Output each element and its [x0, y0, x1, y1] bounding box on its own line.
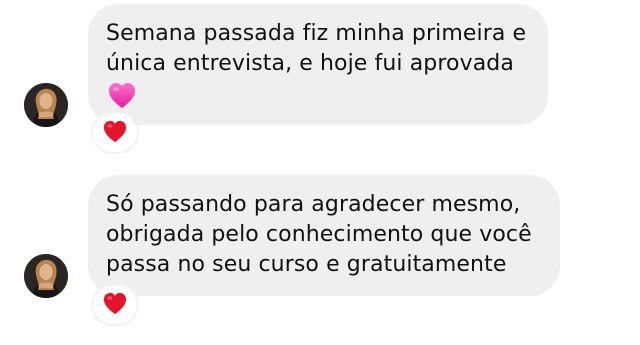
avatar[interactable]: [24, 254, 68, 298]
reaction-badge[interactable]: [93, 286, 137, 324]
message-text: Só passando para agradecer mesmo, obriga…: [106, 192, 532, 277]
reaction-badge[interactable]: [93, 114, 137, 152]
message-bubble[interactable]: Semana passada fiz minha primeira e únic…: [88, 4, 548, 125]
message-text: Semana passada fiz minha primeira e únic…: [106, 21, 527, 76]
pink-heart-icon: [108, 82, 136, 113]
avatar[interactable]: [24, 83, 68, 127]
red-heart-icon: [103, 120, 127, 147]
message-bubble[interactable]: Só passando para agradecer mesmo, obriga…: [88, 175, 560, 296]
red-heart-icon: [103, 292, 127, 319]
